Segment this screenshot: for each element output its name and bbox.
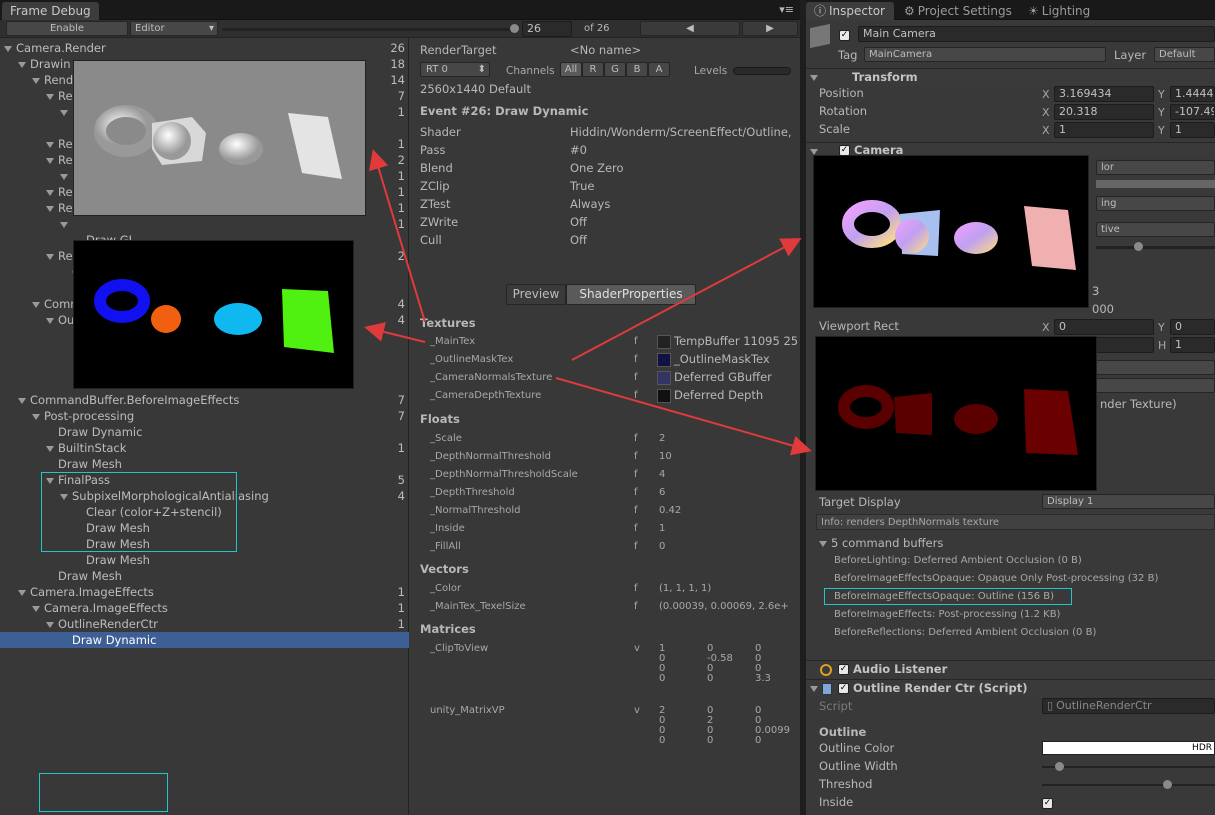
arrow-depth [555,377,812,456]
arrow-normals [571,238,802,361]
annotation-arrows [364,149,812,456]
arrow-outlinemask [364,322,426,343]
arrow-maintex [369,149,426,323]
